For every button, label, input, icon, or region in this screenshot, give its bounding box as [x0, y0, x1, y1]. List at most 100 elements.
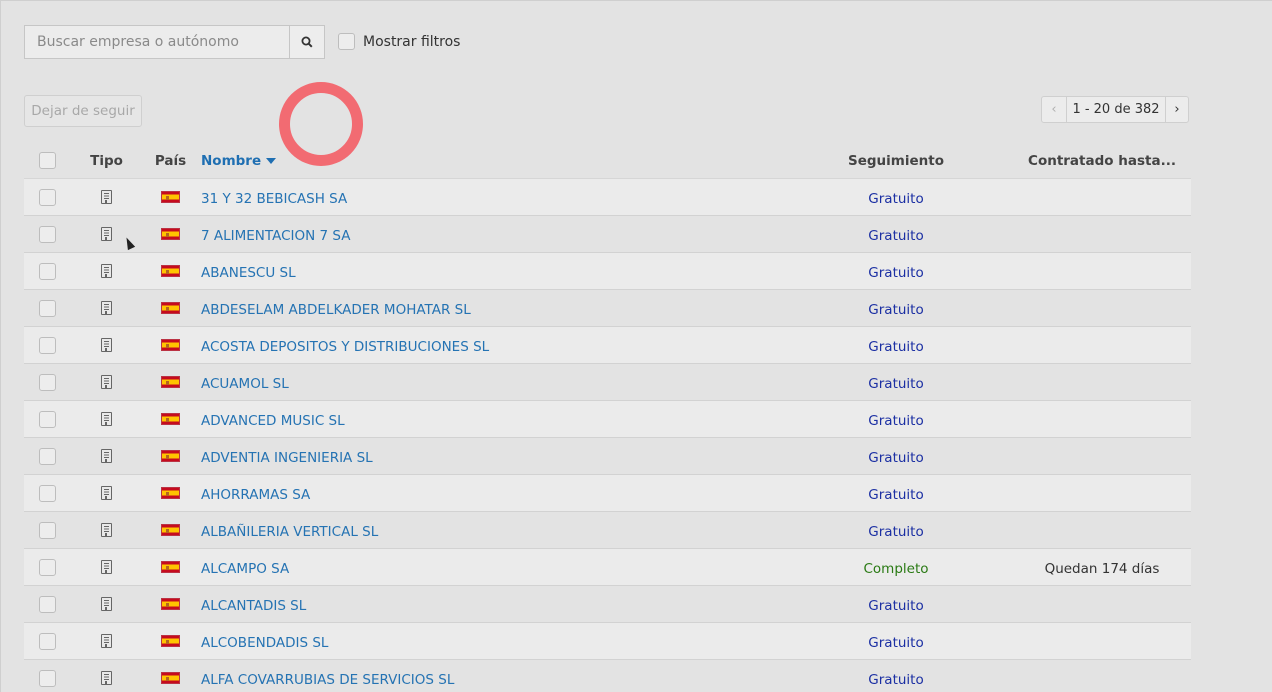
table-row[interactable]: 31 Y 32 BEBICASH SA Gratuito — [24, 179, 1191, 216]
column-header-until[interactable]: Contratado hasta... — [1013, 153, 1191, 169]
follow-plan-link[interactable]: Gratuito — [868, 635, 923, 651]
pagination: ‹ 1 - 20 de 382 › — [1041, 96, 1189, 123]
company-building-icon — [101, 597, 112, 611]
company-building-icon — [101, 190, 112, 204]
prev-page-button[interactable]: ‹ — [1041, 96, 1067, 123]
row-checkbox[interactable] — [39, 595, 56, 613]
show-filters-checkbox[interactable] — [338, 33, 355, 50]
follow-plan-link[interactable]: Gratuito — [868, 302, 923, 318]
table-header: Tipo País Nombre Seguimiento Contratado … — [24, 143, 1191, 179]
follow-plan-link[interactable]: Gratuito — [868, 191, 923, 207]
table-row[interactable]: ALBAÑILERIA VERTICAL SL Gratuito — [24, 512, 1191, 549]
row-checkbox[interactable] — [39, 262, 56, 280]
search-bar — [24, 25, 325, 59]
spain-flag-icon — [161, 228, 180, 240]
company-name-link[interactable]: 31 Y 32 BEBICASH SA — [201, 191, 347, 207]
select-all-checkbox[interactable] — [39, 152, 56, 169]
table-body: 31 Y 32 BEBICASH SA Gratuito 7 ALIMENTACIO… — [24, 179, 1191, 692]
follow-plan-link[interactable]: Gratuito — [868, 339, 923, 355]
table-row[interactable]: ADVENTIA INGENIERIA SL Gratuito — [24, 438, 1191, 475]
company-name-link[interactable]: ALFA COVARRUBIAS DE SERVICIOS SL — [201, 672, 454, 688]
row-checkbox[interactable] — [39, 669, 56, 687]
column-header-follow[interactable]: Seguimiento — [779, 153, 1013, 169]
table-row[interactable]: ABANESCU SL Gratuito — [24, 253, 1191, 290]
search-input[interactable] — [24, 25, 289, 59]
spain-flag-icon — [161, 561, 180, 573]
follow-plan-link[interactable]: Gratuito — [868, 598, 923, 614]
company-name-link[interactable]: ADVENTIA INGENIERIA SL — [201, 450, 373, 466]
table-row[interactable]: ABDESELAM ABDELKADER MOHATAR SL Gratuito — [24, 290, 1191, 327]
column-header-name[interactable]: Nombre — [201, 153, 779, 169]
table-row[interactable]: ALCOBENDADIS SL Gratuito — [24, 623, 1191, 660]
company-name-link[interactable]: AHORRAMAS SA — [201, 487, 310, 503]
company-name-link[interactable]: ADVANCED MUSIC SL — [201, 413, 345, 429]
show-filters-label: Mostrar filtros — [363, 33, 461, 50]
unfollow-button[interactable]: Dejar de seguir — [24, 95, 142, 127]
company-name-link[interactable]: ALBAÑILERIA VERTICAL SL — [201, 524, 378, 540]
spain-flag-icon — [161, 598, 180, 610]
table-row[interactable]: ALCANTADIS SL Gratuito — [24, 586, 1191, 623]
table-row[interactable]: ADVANCED MUSIC SL Gratuito — [24, 401, 1191, 438]
company-building-icon — [101, 227, 112, 241]
table-row[interactable]: 7 ALIMENTACION 7 SA Gratuito — [24, 216, 1191, 253]
follow-plan-link[interactable]: Gratuito — [868, 450, 923, 466]
spain-flag-icon — [161, 450, 180, 462]
follow-plan-link[interactable]: Gratuito — [868, 413, 923, 429]
company-name-link[interactable]: ALCOBENDADIS SL — [201, 635, 328, 651]
company-name-link[interactable]: ACUAMOL SL — [201, 376, 289, 392]
company-building-icon — [101, 523, 112, 537]
table-row[interactable]: ALFA COVARRUBIAS DE SERVICIOS SL Gratuito — [24, 660, 1191, 692]
company-name-link[interactable]: ACOSTA DEPOSITOS Y DISTRIBUCIONES SL — [201, 339, 489, 355]
table-row[interactable]: ACOSTA DEPOSITOS Y DISTRIBUCIONES SL Grat… — [24, 327, 1191, 364]
table-row[interactable]: ACUAMOL SL Gratuito — [24, 364, 1191, 401]
company-follow-page: Mostrar filtros Dejar de seguir ‹ 1 - 20… — [0, 0, 1272, 692]
follow-plan-link[interactable]: Completo — [863, 561, 928, 577]
company-building-icon — [101, 301, 112, 315]
spain-flag-icon — [161, 524, 180, 536]
row-checkbox[interactable] — [39, 632, 56, 650]
company-name-link[interactable]: ABDESELAM ABDELKADER MOHATAR SL — [201, 302, 471, 318]
column-header-name-label: Nombre — [201, 152, 262, 169]
follow-plan-link[interactable]: Gratuito — [868, 487, 923, 503]
follow-plan-link[interactable]: Gratuito — [868, 524, 923, 540]
follow-plan-link[interactable]: Gratuito — [868, 672, 923, 688]
row-checkbox[interactable] — [39, 521, 56, 539]
companies-table: Tipo País Nombre Seguimiento Contratado … — [24, 143, 1191, 692]
company-building-icon — [101, 634, 112, 648]
search-button[interactable] — [289, 25, 325, 59]
show-filters-toggle[interactable]: Mostrar filtros — [338, 33, 460, 50]
company-name-link[interactable]: ABANESCU SL — [201, 265, 296, 281]
row-checkbox[interactable] — [39, 558, 56, 576]
company-building-icon — [101, 486, 112, 500]
spain-flag-icon — [161, 376, 180, 388]
row-checkbox[interactable] — [39, 336, 56, 354]
company-building-icon — [101, 560, 112, 574]
spain-flag-icon — [161, 413, 180, 425]
row-checkbox[interactable] — [39, 373, 56, 391]
company-building-icon — [101, 375, 112, 389]
company-name-link[interactable]: ALCAMPO SA — [201, 561, 289, 577]
company-name-link[interactable]: 7 ALIMENTACION 7 SA — [201, 228, 350, 244]
table-row[interactable]: ALCAMPO SA Completo Quedan 174 días — [24, 549, 1191, 586]
row-checkbox[interactable] — [39, 299, 56, 317]
follow-plan-link[interactable]: Gratuito — [868, 228, 923, 244]
next-page-button[interactable]: › — [1165, 96, 1189, 123]
spain-flag-icon — [161, 265, 180, 277]
column-header-type[interactable]: Tipo — [71, 153, 142, 169]
follow-plan-link[interactable]: Gratuito — [868, 265, 923, 281]
row-checkbox[interactable] — [39, 188, 56, 206]
column-header-country[interactable]: País — [142, 153, 199, 169]
company-name-link[interactable]: ALCANTADIS SL — [201, 598, 306, 614]
company-building-icon — [101, 338, 112, 352]
row-checkbox[interactable] — [39, 447, 56, 465]
spain-flag-icon — [161, 191, 180, 203]
spain-flag-icon — [161, 302, 180, 314]
row-checkbox[interactable] — [39, 225, 56, 243]
company-building-icon — [101, 671, 112, 685]
contract-remaining: Quedan 174 días — [1044, 560, 1160, 577]
search-icon — [301, 36, 313, 48]
row-checkbox[interactable] — [39, 484, 56, 502]
follow-plan-link[interactable]: Gratuito — [868, 376, 923, 392]
table-row[interactable]: AHORRAMAS SA Gratuito — [24, 475, 1191, 512]
row-checkbox[interactable] — [39, 410, 56, 428]
